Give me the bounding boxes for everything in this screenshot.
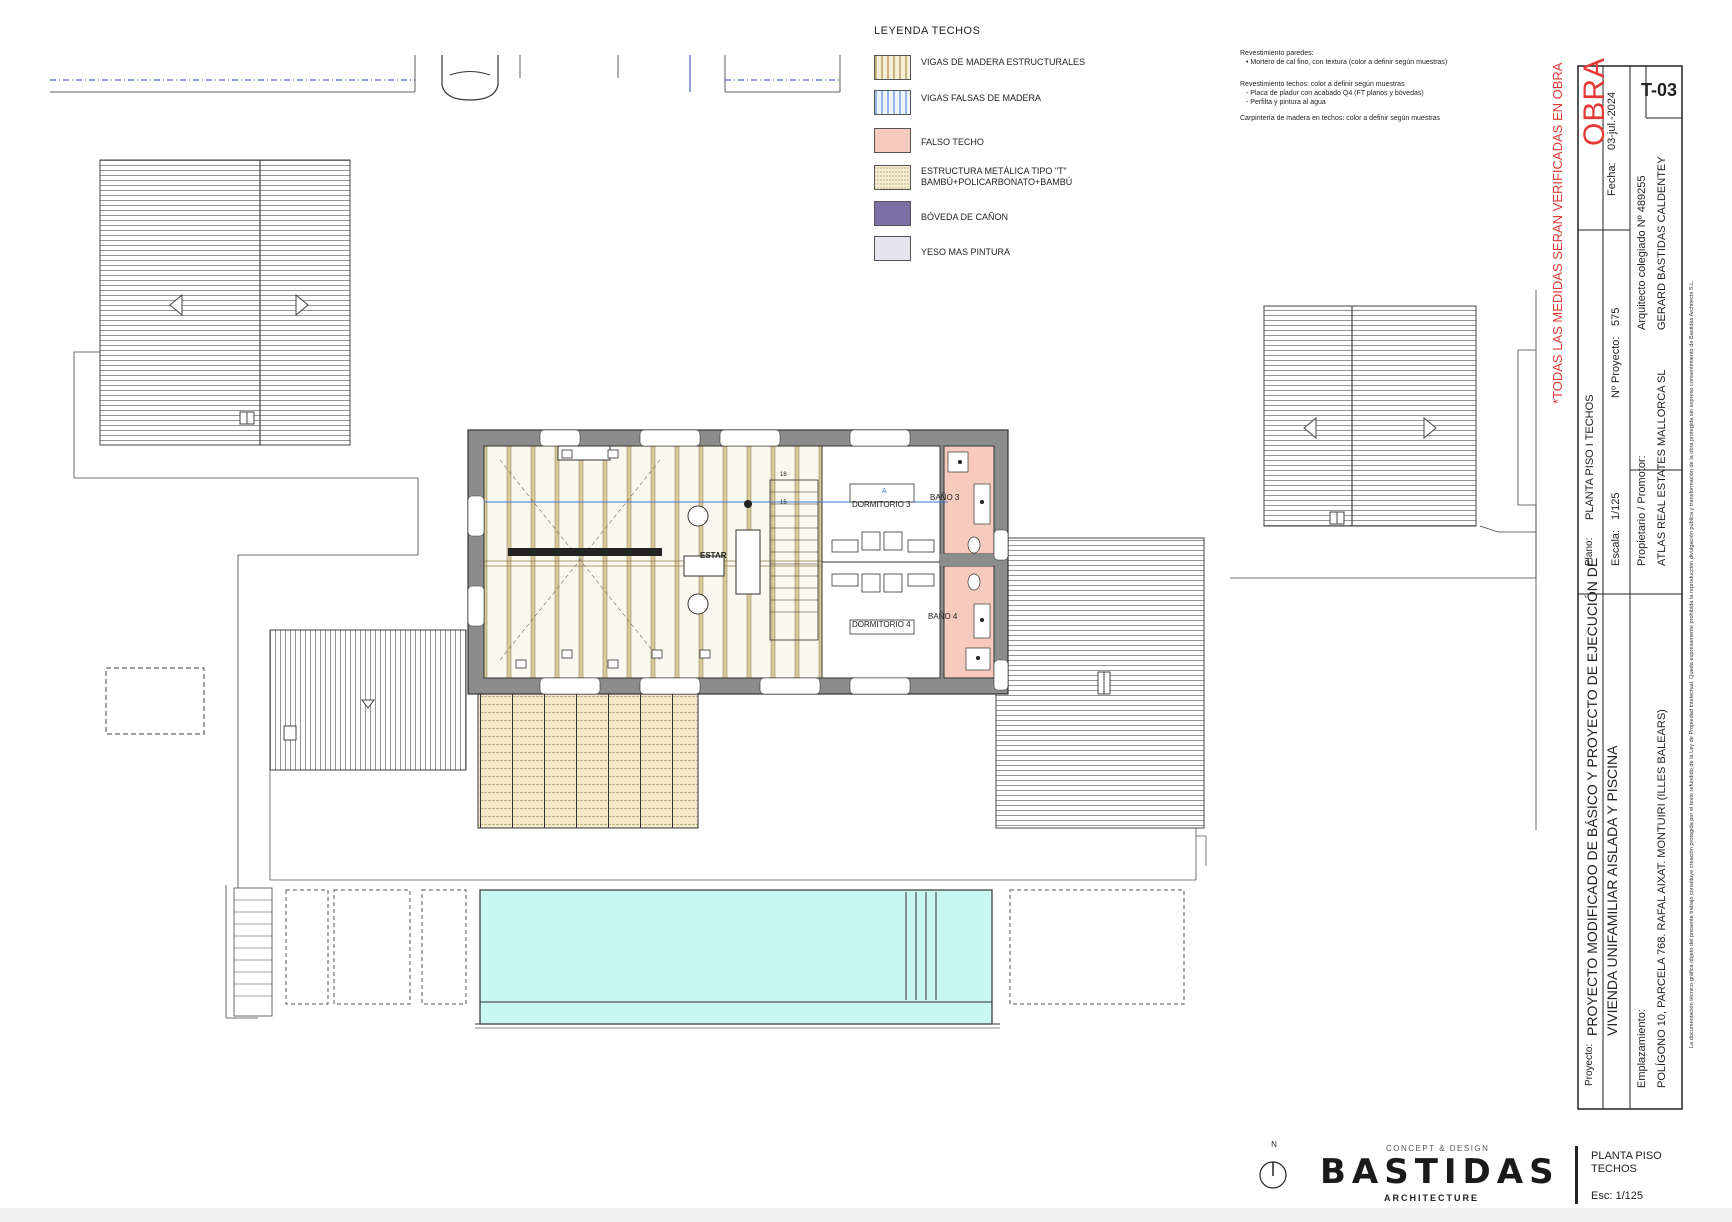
legend-label-metal-t: ESTRUCTURA METÁLICA TIPO "T" BAMBÚ+POLIC… xyxy=(921,166,1073,187)
room-label-estar: ESTAR xyxy=(700,551,727,560)
sheet-title-line2: TECHOS xyxy=(1591,1163,1637,1175)
proyecto-line1: PROYECTO MODIFICADO DE BÁSICO Y PROYECTO… xyxy=(1584,557,1600,1036)
room-label-dormitorio4: DORMITORIO 4 xyxy=(852,620,911,629)
legend-title: LEYENDA TECHOS xyxy=(874,25,981,37)
legend-label-fake-beams: VIGAS FALSAS DE MADERA xyxy=(921,93,1042,103)
legend-label-plaster: YESO MAS PINTURA xyxy=(921,247,1011,257)
floor-plan-drawing xyxy=(50,55,1537,1029)
swatch-barrel-vault xyxy=(874,201,911,226)
pergola-right-large xyxy=(995,537,1205,829)
page-bottom-bar xyxy=(0,1208,1732,1222)
proyecto-label: Proyecto: xyxy=(1584,1043,1595,1086)
house-plan xyxy=(467,429,1009,695)
pergola-right xyxy=(1263,305,1536,533)
propietario-value: ATLAS REAL ESTATES MALLORCA SL xyxy=(1656,369,1668,566)
notes-carpentry: Carpintería de madera en techos: color a… xyxy=(1240,115,1440,122)
stair-step-top: 18 xyxy=(780,472,787,478)
verify-warning: *TODAS LAS MEDIDAS SERAN VERIFICADAS EN … xyxy=(1550,62,1565,404)
legend-swatches xyxy=(874,55,911,261)
legend-label-false-ceiling: FALSO TECHO xyxy=(921,137,984,147)
copyright-notice: La documentación técnico-gráfica objeto … xyxy=(1689,280,1695,1048)
swatch-plaster xyxy=(874,236,911,261)
plano-value: PLANTA PISO I TECHOS xyxy=(1584,394,1596,520)
swatch-false-ceiling xyxy=(874,128,911,153)
swatch-metal-t xyxy=(874,165,911,190)
emplazamiento-value: POLÍGONO 10, PARCELA 768. RAFAL AIXAT. M… xyxy=(1656,709,1668,1088)
logo-divider xyxy=(1575,1146,1578,1204)
arquitecto-value: GERARD BASTIDAS CALDENTEY xyxy=(1656,156,1668,330)
arquitecto-label: Arquitecto colegiado Nº 489255 xyxy=(1636,175,1648,330)
proyecto-line2: VIVIENDA UNIFAMILIAR AISLADA Y PISCINA xyxy=(1604,745,1620,1036)
sheet-code: T-03 xyxy=(1641,80,1678,100)
drawing-sheet: ESTAR DORMITORIO 3 DORMITORIO 4 BAÑO 3 B… xyxy=(0,0,1732,1222)
room-label-bano4: BAÑO 4 xyxy=(928,612,958,621)
notes-ceilings-item1: - Placa de pladur con acabado Q4 (FT pla… xyxy=(1246,90,1424,97)
terrace-bamboo xyxy=(477,693,699,829)
escala-value: 1/125 xyxy=(1610,492,1622,520)
propietario-label: Propietario / Promotor: xyxy=(1636,455,1648,566)
escala-label: Escala: xyxy=(1610,529,1622,566)
pergola-left-lower xyxy=(105,629,467,771)
notes-walls-title: Revestimiento paredes: xyxy=(1240,50,1314,57)
pergola-left-top xyxy=(99,159,351,446)
section-mark: A xyxy=(882,488,887,495)
north-label: N xyxy=(1271,1140,1277,1149)
north-arrow-icon xyxy=(1259,1161,1287,1189)
room-label-dormitorio3: DORMITORIO 3 xyxy=(852,500,911,509)
nproyecto-value: 575 xyxy=(1610,307,1622,326)
emplazamiento-label: Emplazamiento: xyxy=(1636,1009,1648,1088)
notes-walls-item: • Mortero de cal fino, con textura (colo… xyxy=(1246,59,1448,66)
logo-sub: ARCHITECTURE xyxy=(1384,1193,1479,1203)
sheet-title-line1: PLANTA PISO xyxy=(1591,1150,1662,1162)
sheet-scale: Esc: 1/125 xyxy=(1591,1190,1643,1202)
fecha-label: Fecha: xyxy=(1606,162,1618,196)
legend-label-barrel-vault: BÓVEDA DE CAÑON xyxy=(921,212,1009,222)
notes-ceilings-title: Revestimiento techos: color a definir se… xyxy=(1240,81,1405,88)
swatch-fake-beams xyxy=(874,90,911,115)
fecha-value: 03-jul.-2024 xyxy=(1606,91,1618,150)
room-label-bano3: BAÑO 3 xyxy=(930,493,960,502)
legend-label-wood-beams: VIGAS DE MADERA ESTRUCTURALES xyxy=(921,57,1086,67)
car-symbol xyxy=(441,55,499,101)
pool-area xyxy=(233,887,1185,1029)
nproyecto-label: Nº Proyecto: xyxy=(1610,336,1622,398)
logo-brand: BASTIDAS xyxy=(1320,1152,1560,1192)
swatch-wood-beams xyxy=(874,55,911,80)
stair-step-mid: 15 xyxy=(780,500,787,506)
notes-ceilings-item2: - Perfilta y pintura al agua xyxy=(1246,99,1326,106)
